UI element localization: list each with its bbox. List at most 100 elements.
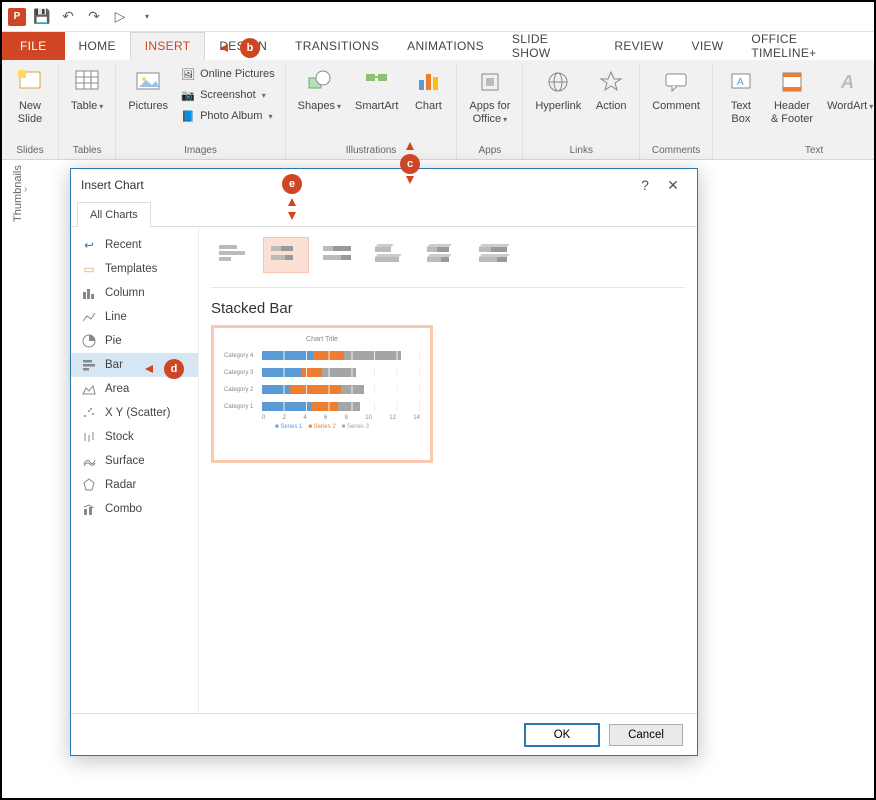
- chart-button[interactable]: Chart: [406, 64, 450, 115]
- dialog-help-button[interactable]: ?: [631, 177, 659, 193]
- photo-album-button[interactable]: 📘Photo Album: [176, 106, 279, 126]
- chart-subtype-name: Stacked Bar: [211, 300, 685, 317]
- hyperlink-button[interactable]: Hyperlink: [529, 64, 587, 115]
- subtype-100-stacked-bar[interactable]: [315, 237, 361, 273]
- dialog-tab-all-charts[interactable]: All Charts: [77, 202, 151, 227]
- tab-animations[interactable]: ANIMATIONS: [393, 32, 498, 60]
- pie-icon: [81, 333, 97, 349]
- apps-icon: [474, 66, 506, 98]
- group-links: Hyperlink Action Links: [523, 64, 640, 159]
- undo-button[interactable]: ↶: [58, 7, 78, 27]
- tab-home[interactable]: HOME: [65, 32, 130, 60]
- radar-icon: [81, 477, 97, 493]
- side-item-combo[interactable]: Combo: [71, 497, 198, 521]
- new-slide-button[interactable]: New Slide: [8, 64, 52, 128]
- comment-button[interactable]: Comment: [646, 64, 706, 115]
- subtype-clustered-bar[interactable]: [211, 237, 257, 273]
- subtype-3d-clustered-bar[interactable]: [367, 237, 413, 273]
- combo-icon: [81, 501, 97, 517]
- line-icon: [81, 309, 97, 325]
- chart-icon: [412, 66, 444, 98]
- start-slideshow-button[interactable]: ▷: [110, 7, 130, 27]
- side-item-stock[interactable]: Stock: [71, 425, 198, 449]
- tab-view[interactable]: VIEW: [678, 32, 738, 60]
- annotation-arrow-e-down: [288, 212, 296, 220]
- save-button[interactable]: 💾: [32, 7, 52, 27]
- tab-review[interactable]: REVIEW: [600, 32, 677, 60]
- smartart-button[interactable]: SmartArt: [349, 64, 404, 115]
- wordart-button[interactable]: A WordArt: [821, 64, 876, 115]
- subtype-3d-stacked-bar[interactable]: [419, 237, 465, 273]
- ribbon-tabs: FILE HOME INSERT DESIGN TRANSITIONS ANIM…: [2, 32, 874, 60]
- column-icon: [81, 285, 97, 301]
- apps-button[interactable]: Apps for Office: [463, 64, 516, 128]
- insert-chart-dialog: Insert Chart ? ✕ All Charts ↩Recent ▭Tem…: [70, 168, 698, 756]
- textbox-button[interactable]: A Text Box: [719, 64, 763, 128]
- online-pictures-button[interactable]: 🖼Online Pictures: [176, 64, 279, 84]
- side-item-line[interactable]: Line: [71, 305, 198, 329]
- subtype-3d-100-stacked-bar[interactable]: [471, 237, 517, 273]
- hyperlink-icon: [542, 66, 574, 98]
- thumbnails-toggle[interactable]: ›: [24, 184, 27, 195]
- wordart-icon: A: [834, 66, 866, 98]
- dialog-footer: OK Cancel: [71, 713, 697, 755]
- thumbnails-label: Thumbnails: [12, 165, 24, 222]
- chart-category-list: ↩Recent ▭Templates Column Line Pie Bar A…: [71, 227, 199, 713]
- stock-icon: [81, 429, 97, 445]
- annotation-arrow-e-up: [288, 198, 296, 206]
- side-item-column[interactable]: Column: [71, 281, 198, 305]
- action-icon: [595, 66, 627, 98]
- qat-customize-button[interactable]: [136, 7, 156, 27]
- textbox-icon: A: [725, 66, 757, 98]
- preview-title: Chart Title: [224, 336, 420, 343]
- group-comments: Comment Comments: [640, 64, 713, 159]
- dialog-title: Insert Chart: [81, 178, 144, 192]
- annotation-arrow-b: [220, 44, 228, 52]
- header-footer-button[interactable]: Header & Footer: [765, 64, 819, 128]
- ribbon: New Slide Slides Table Tables Pictures 🖼…: [2, 60, 874, 160]
- pictures-button[interactable]: Pictures: [122, 64, 174, 115]
- dialog-main: Stacked Bar Chart Title Category 4Catego…: [199, 227, 697, 713]
- subtype-stacked-bar[interactable]: [263, 237, 309, 273]
- side-item-surface[interactable]: Surface: [71, 449, 198, 473]
- area-icon: [81, 381, 97, 397]
- group-tables: Table Tables: [59, 64, 116, 159]
- bar-icon: [81, 357, 97, 373]
- tab-insert[interactable]: INSERT: [130, 32, 206, 60]
- scatter-icon: [81, 405, 97, 421]
- group-text: A Text Box Header & Footer A WordArt 📅 #…: [713, 64, 876, 159]
- table-icon: [71, 66, 103, 98]
- side-item-radar[interactable]: Radar: [71, 473, 198, 497]
- dialog-close-button[interactable]: ✕: [659, 177, 687, 194]
- cancel-button[interactable]: Cancel: [609, 724, 683, 746]
- online-pictures-icon: 🖼: [180, 66, 196, 82]
- action-button[interactable]: Action: [589, 64, 633, 115]
- redo-button[interactable]: ↷: [84, 7, 104, 27]
- side-item-scatter[interactable]: X Y (Scatter): [71, 401, 198, 425]
- tab-transitions[interactable]: TRANSITIONS: [281, 32, 393, 60]
- group-slides: New Slide Slides: [2, 64, 59, 159]
- ok-button[interactable]: OK: [525, 724, 599, 746]
- pictures-icon: [132, 66, 164, 98]
- tab-file[interactable]: FILE: [2, 32, 65, 60]
- side-item-pie[interactable]: Pie: [71, 329, 198, 353]
- shapes-button[interactable]: Shapes: [292, 64, 347, 115]
- annotation-arrow-c-up: [406, 142, 414, 150]
- title-bar: P 💾 ↶ ↷ ▷: [2, 2, 874, 32]
- side-item-area[interactable]: Area: [71, 377, 198, 401]
- recent-icon: ↩: [81, 237, 97, 253]
- group-images: Pictures 🖼Online Pictures 📷Screenshot 📘P…: [116, 64, 285, 159]
- screenshot-button[interactable]: 📷Screenshot: [176, 85, 279, 105]
- tab-slideshow[interactable]: SLIDE SHOW: [498, 32, 600, 60]
- chart-subtype-row: [211, 237, 685, 288]
- powerpoint-icon: P: [8, 8, 26, 26]
- shapes-icon: [303, 66, 335, 98]
- photo-album-icon: 📘: [180, 108, 196, 124]
- side-item-recent[interactable]: ↩Recent: [71, 233, 198, 257]
- table-button[interactable]: Table: [65, 64, 109, 115]
- comment-icon: [660, 66, 692, 98]
- tab-office-timeline[interactable]: OFFICE TIMELINE+: [737, 32, 874, 60]
- chart-preview[interactable]: Chart Title Category 4Category 3Category…: [211, 325, 433, 463]
- side-item-templates[interactable]: ▭Templates: [71, 257, 198, 281]
- new-slide-icon: [14, 66, 46, 98]
